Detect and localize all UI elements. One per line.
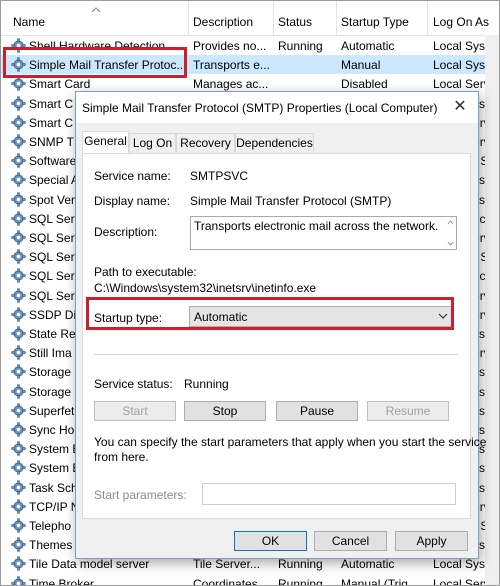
- sort-up-icon: [92, 7, 100, 12]
- apply-button[interactable]: Apply: [395, 531, 468, 551]
- service-row[interactable]: Time Broker Coordinates... Running Manual (…: [1, 574, 499, 586]
- service-startup-type: Disabled: [341, 77, 388, 92]
- tab-dependencies[interactable]: Dependencies: [235, 133, 314, 152]
- start-params-label: Start parameters:: [94, 488, 187, 502]
- highlight-smtp-row: [3, 47, 187, 78]
- service-gear-icon: [11, 153, 26, 168]
- display-name-value: Simple Mail Transfer Protocol (SMTP): [190, 194, 392, 208]
- column-name[interactable]: Name: [13, 15, 45, 29]
- general-panel: Service name: SMTPSVC Display name: Simp…: [82, 153, 486, 519]
- service-gear-icon: [11, 364, 26, 380]
- service-gear-icon: [11, 211, 26, 226]
- divider: [94, 354, 458, 355]
- tab-general[interactable]: General: [82, 131, 129, 153]
- service-gear-icon: [11, 134, 26, 149]
- path-value: C:\Windows\system32\inetsrv\inetinfo.exe: [94, 281, 317, 295]
- service-gear-icon: [11, 268, 26, 284]
- stop-button[interactable]: Stop: [184, 401, 266, 421]
- service-name-label: Service name:: [94, 169, 171, 183]
- description-scroll-icon[interactable]: [445, 217, 456, 249]
- service-status: Running: [278, 557, 323, 572]
- start-button[interactable]: Start: [94, 401, 176, 421]
- service-startup-type: Manual (Trig...: [341, 576, 418, 586]
- service-gear-icon: [11, 287, 26, 303]
- column-status[interactable]: Status: [278, 15, 312, 29]
- service-status-value: Running: [184, 377, 229, 391]
- service-name: Smart Card: [29, 77, 91, 92]
- service-description: Provides no...: [193, 39, 267, 53]
- column-startup-type[interactable]: Startup Type: [341, 15, 409, 29]
- service-gear-icon: [11, 499, 26, 514]
- service-gear-icon: [11, 518, 26, 533]
- service-gear-icon: [11, 441, 26, 456]
- service-startup-type: Manual: [341, 58, 381, 73]
- start-params-input[interactable]: [202, 483, 456, 505]
- help-text-line2: from here.: [94, 450, 149, 464]
- service-startup-type: Automatic: [341, 557, 395, 572]
- column-log-on-as[interactable]: Log On As: [433, 15, 489, 29]
- display-name-label: Display name:: [94, 194, 171, 208]
- tab-recovery[interactable]: Recovery: [176, 133, 235, 152]
- service-status: Running: [278, 39, 323, 53]
- highlight-startup-type: [86, 297, 454, 330]
- pause-button[interactable]: Pause: [276, 401, 358, 421]
- service-gear-icon: [11, 191, 26, 207]
- service-description: Coordinates...: [193, 576, 268, 586]
- service-gear-icon: [11, 403, 26, 418]
- service-startup-type: Automatic: [341, 39, 395, 53]
- description-field[interactable]: Transports electronic mail across the ne…: [190, 216, 457, 250]
- path-label: Path to executable:: [94, 265, 197, 279]
- service-description: Transports e...: [193, 58, 270, 73]
- service-gear-icon: [11, 575, 26, 585]
- vertical-scrollbar[interactable]: [485, 35, 499, 585]
- description-text: Transports electronic mail across the ne…: [194, 219, 439, 233]
- description-label: Description:: [94, 225, 158, 239]
- service-description: Tile Server...: [193, 557, 260, 572]
- service-gear-icon: [11, 383, 26, 399]
- service-gear-icon: [11, 95, 26, 111]
- close-icon[interactable]: ✕: [450, 97, 470, 117]
- column-header: Name Description Status Startup Type Log…: [1, 1, 499, 36]
- dialog-title: Simple Mail Transfer Protocol (SMTP) Pro…: [82, 101, 438, 115]
- ok-button[interactable]: OK: [234, 531, 307, 551]
- service-gear-icon: [11, 115, 26, 130]
- service-gear-icon: [11, 556, 26, 572]
- service-gear-icon: [11, 537, 26, 552]
- service-gear-icon: [11, 326, 26, 341]
- service-gear-icon: [11, 345, 26, 360]
- service-name: Time Broker: [29, 576, 94, 586]
- service-description: Manages ac...: [193, 77, 269, 92]
- title-bar: Simple Mail Transfer Protocol (SMTP) Pro…: [76, 92, 478, 123]
- tab-log-on[interactable]: Log On: [129, 133, 176, 152]
- service-gear-icon: [11, 172, 26, 188]
- service-gear-icon: [11, 479, 26, 495]
- service-name-value: SMTPSVC: [190, 169, 249, 183]
- service-gear-icon: [11, 249, 26, 264]
- service-name: Tile Data model server: [29, 557, 150, 572]
- column-description[interactable]: Description: [193, 15, 253, 29]
- service-status: Running: [278, 576, 323, 586]
- resume-button[interactable]: Resume: [367, 401, 449, 421]
- service-gear-icon: [11, 307, 26, 322]
- service-gear-icon: [11, 422, 26, 437]
- service-gear-icon: [11, 76, 26, 92]
- help-text-line1: You can specify the start parameters tha…: [94, 435, 487, 449]
- service-gear-icon: [11, 230, 26, 245]
- service-gear-icon: [11, 460, 26, 476]
- service-status-label: Service status:: [94, 377, 173, 391]
- cancel-button[interactable]: Cancel: [314, 531, 387, 551]
